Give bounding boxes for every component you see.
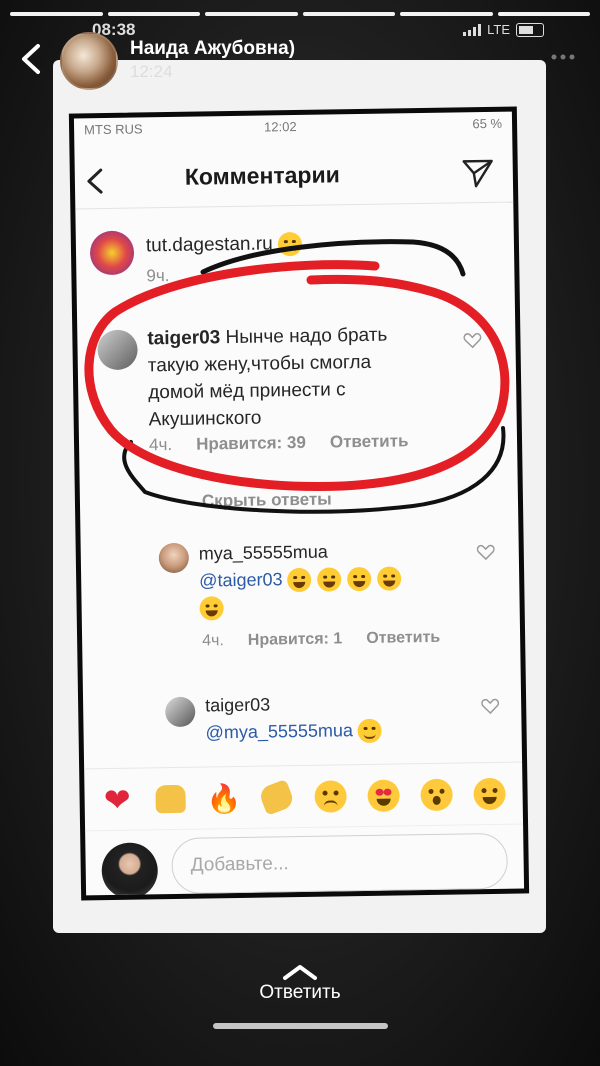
crying-face-icon — [312, 778, 349, 815]
story-progress-bar — [10, 12, 590, 16]
caption-row: tut.dagestan.ru 9ч. — [75, 207, 514, 294]
story-media: MTS RUS 12:02 65 % Комментарии tut.dages… — [53, 60, 546, 933]
reply-reply: Ответить — [366, 628, 441, 647]
clapping-hands-icon — [257, 778, 296, 816]
reply-author-avatar — [165, 696, 196, 728]
add-comment-placeholder: Добавьте... — [190, 853, 289, 876]
screenshot-time: 12:02 — [263, 118, 297, 135]
reply-mention: @mya_55555mua — [205, 720, 354, 743]
comment-username: taiger03 — [147, 327, 221, 350]
comment-likes: Нравится: 39 — [195, 432, 307, 454]
raised-hands-icon — [152, 781, 189, 818]
laughing-face-icon — [317, 567, 342, 592]
add-comment-field: Добавьте... — [171, 832, 509, 895]
like-heart-icon — [476, 544, 495, 561]
reply-username: mya_55555mua — [198, 541, 329, 564]
story-reply-footer: Ответить — [0, 936, 600, 1066]
reply-row: taiger03 @mya_55555mua — [83, 682, 522, 759]
slightly-smiling-face-icon — [357, 718, 383, 744]
comments-back-button — [81, 164, 110, 198]
tears-of-joy-face-icon — [472, 776, 509, 813]
more-dots-icon — [551, 54, 575, 60]
comments-screenshot: MTS RUS 12:02 65 % Комментарии tut.dages… — [68, 106, 530, 901]
comment-line: такую жену,чтобы смогла — [147, 351, 372, 377]
laughing-face-icon — [377, 566, 402, 592]
hide-replies-link: Скрыть ответы — [201, 489, 332, 511]
chevron-up-icon[interactable] — [281, 962, 319, 982]
reply-button[interactable]: Ответить — [0, 982, 600, 1004]
caption-text: tut.dagestan.ru — [146, 230, 308, 260]
caption-author-avatar — [89, 230, 135, 276]
reply-meta: 4ч. Нравится: 1 Ответить — [202, 629, 440, 651]
progress-segment — [302, 12, 395, 16]
progress-segment — [10, 12, 103, 16]
caption-username: tut.dagestan.ru — [145, 233, 273, 257]
quick-reactions-bar — [84, 761, 524, 832]
story-header: Наида Ажубовна) 12:24 — [0, 30, 600, 90]
comments-nav-bar: Комментарии — [74, 141, 514, 210]
direct-send-icon — [461, 156, 496, 191]
home-indicator[interactable] — [213, 1023, 388, 1029]
fire-icon — [205, 780, 242, 817]
reply-likes: Нравится: 1 — [247, 630, 343, 649]
reply-time: 4ч. — [202, 632, 224, 650]
story-author-name[interactable]: Наида Ажубовна) — [130, 38, 295, 60]
laughing-face-icon — [347, 567, 372, 592]
comment-line: Нынче надо брать — [225, 324, 388, 349]
heart-eyes-face-icon — [365, 777, 402, 814]
progress-segment — [107, 12, 200, 16]
story-author-avatar[interactable] — [60, 32, 118, 90]
story-timestamp: 12:24 — [130, 62, 173, 81]
like-heart-icon — [481, 698, 500, 715]
comment-row: taiger03 Нынче надо брать такую жену,что… — [77, 302, 518, 489]
chevron-left-icon — [87, 168, 103, 194]
comment-line: Акушинского — [148, 407, 262, 431]
back-button[interactable] — [16, 42, 46, 76]
comments-title: Комментарии — [184, 161, 340, 190]
astonished-face-icon — [418, 777, 455, 814]
battery-label: 65 % — [472, 115, 503, 132]
current-user-avatar — [101, 842, 159, 900]
laughing-face-icon — [199, 596, 224, 621]
reply-username: taiger03 — [205, 694, 271, 716]
pensive-face-icon — [277, 231, 303, 257]
comment-time: 4ч. — [148, 434, 173, 455]
carrier-label: MTS RUS — [83, 121, 143, 138]
progress-segment — [205, 12, 298, 16]
comment-author-avatar — [97, 329, 138, 371]
reply-text: taiger03 @mya_55555mua — [205, 688, 486, 746]
caption-time: 9ч. — [146, 266, 170, 286]
comment-reply: Ответить — [329, 431, 409, 452]
comment-line: домой мёд принести с — [148, 379, 346, 404]
heart-icon — [99, 782, 136, 819]
more-options-button[interactable] — [548, 42, 578, 72]
chevron-left-icon — [22, 44, 40, 74]
reply-row: mya_55555mua @taiger03 4ч. Нравится: 1 О… — [80, 530, 520, 657]
comment-text: taiger03 Нынче надо брать такую жену,что… — [147, 320, 479, 433]
progress-segment — [497, 12, 590, 16]
comment-input-row: Добавьте... — [85, 823, 525, 901]
reply-text: mya_55555mua @taiger03 — [199, 536, 480, 621]
like-heart-icon — [463, 332, 482, 349]
reply-author-avatar — [158, 542, 190, 574]
progress-segment — [400, 12, 493, 16]
screenshot-status-bar: MTS RUS 12:02 65 % — [74, 114, 512, 141]
reply-mention: @taiger03 — [199, 569, 283, 591]
comment-meta: 4ч. Нравится: 39 Ответить — [149, 431, 409, 455]
caption-meta: 9ч. — [146, 266, 169, 286]
laughing-face-icon — [287, 568, 312, 593]
